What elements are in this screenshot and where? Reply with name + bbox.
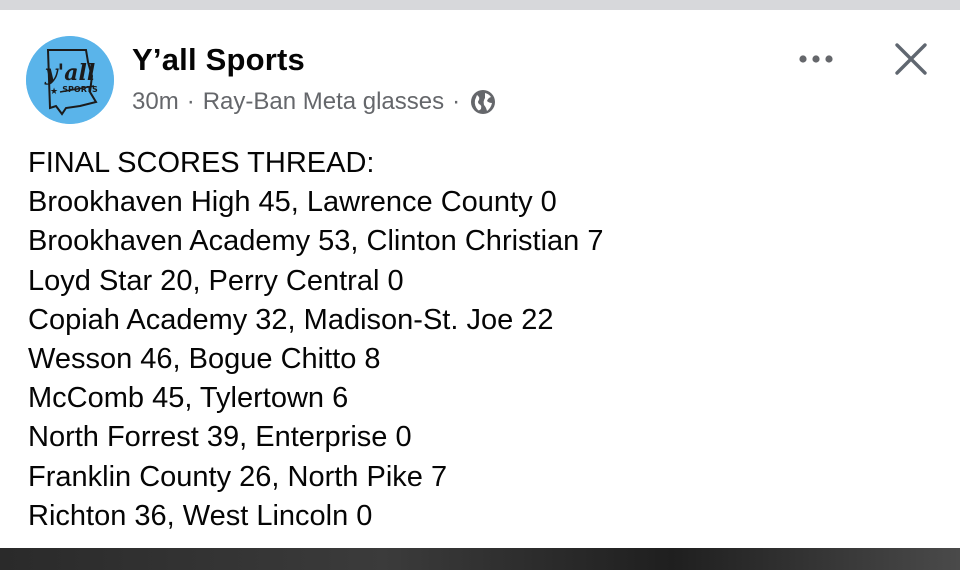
svg-text:★: ★: [50, 87, 58, 97]
score-line: Loyd Star 20, Perry Central 0: [28, 264, 404, 297]
post-text: FINAL SCORES THREAD: Brookhaven High 45,…: [28, 144, 928, 536]
globe-icon[interactable]: [470, 89, 496, 115]
meta-separator: ·: [452, 88, 461, 115]
post-source: Ray-Ban Meta glasses: [202, 88, 445, 115]
score-line: Copiah Academy 32, Madison-St. Joe 22: [28, 303, 554, 336]
page-name[interactable]: Y’all Sports: [132, 42, 305, 78]
post-time[interactable]: 30m: [132, 88, 179, 116]
next-post-preview: [0, 548, 960, 570]
yall-sports-logo: y'all SPORTS ★: [26, 36, 114, 124]
more-options-button[interactable]: [792, 44, 840, 74]
score-line: McComb 45, Tylertown 6: [28, 382, 349, 415]
top-divider: [0, 0, 960, 10]
close-button[interactable]: [888, 36, 934, 82]
score-line: North Forrest 39, Enterprise 0: [28, 421, 412, 454]
post-card: y'all SPORTS ★ Y’all Sports 30m · Ray-Ba…: [0, 0, 960, 570]
score-line: Franklin County 26, North Pike 7: [28, 460, 448, 493]
post-heading: FINAL SCORES THREAD:: [28, 147, 375, 179]
post-meta: 30m · Ray-Ban Meta glasses ·: [132, 87, 496, 117]
score-line: Brookhaven Academy 53, Clinton Christian…: [28, 225, 604, 258]
avatar[interactable]: y'all SPORTS ★: [26, 36, 114, 124]
score-line: Richton 36, West Lincoln 0: [28, 499, 373, 532]
score-line: Wesson 46, Bogue Chitto 8: [28, 343, 381, 376]
close-icon: [895, 43, 927, 75]
more-horizontal-icon: [799, 55, 833, 63]
logo-text: y'all: [44, 60, 96, 86]
score-line: Brookhaven High 45, Lawrence County 0: [28, 186, 557, 219]
meta-separator: ·: [186, 88, 195, 115]
